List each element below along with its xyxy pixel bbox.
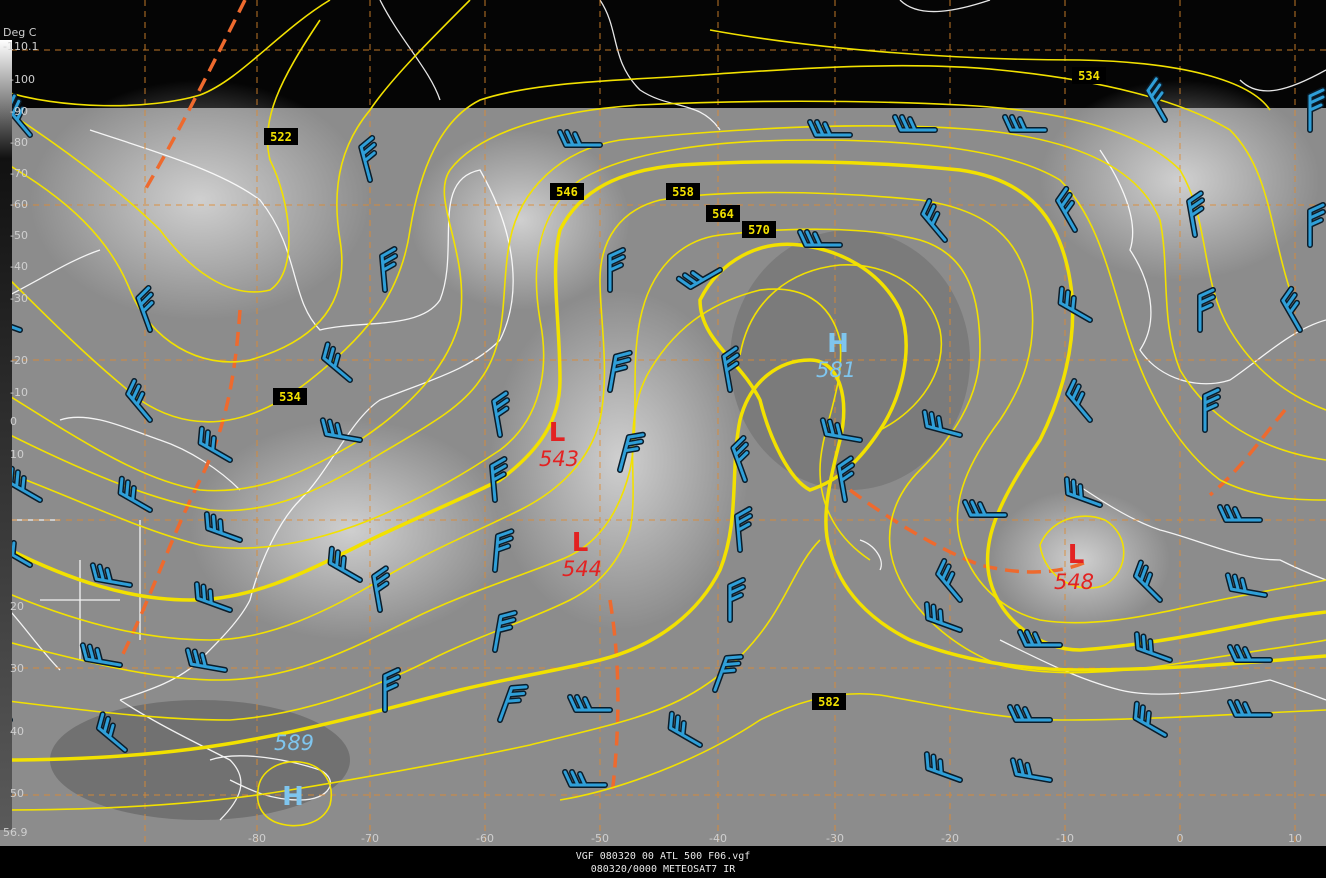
height-label: 534: [273, 388, 307, 405]
low-pressure-letter: L: [1068, 540, 1085, 570]
scale-tick: 40: [10, 725, 24, 738]
scale-tick: -10: [10, 386, 28, 399]
height-label: 582: [812, 693, 846, 710]
scale-tick: -90: [10, 105, 28, 118]
cloud-band: [190, 420, 510, 640]
svg-text:546: 546: [556, 185, 578, 199]
svg-text:558: 558: [672, 185, 694, 199]
scale-tick: -20: [10, 354, 28, 367]
scale-tick: 50: [10, 787, 24, 800]
scale-unit-label: Deg C: [3, 26, 37, 39]
svg-text:534: 534: [279, 390, 301, 404]
cloud-band: [410, 130, 630, 310]
lon-tick: -60: [476, 832, 494, 845]
high-pressure-value: 589: [274, 731, 314, 755]
svg-text:522: 522: [270, 130, 292, 144]
footer-satellite-info: 080320/0000 METEOSAT7 IR: [591, 864, 736, 875]
weather-map: 522 534 546 558 564 570 534 582 L 543 L …: [0, 0, 1326, 878]
scale-tick: 10: [10, 448, 24, 461]
lon-tick: -20: [941, 832, 959, 845]
map-canvas: 522 534 546 558 564 570 534 582 L 543 L …: [0, 0, 1326, 878]
scale-tick: -40: [10, 260, 28, 273]
scale-tick: 30: [10, 662, 24, 675]
low-pressure-letter: L: [549, 418, 566, 448]
low-pressure-value: 543: [539, 447, 579, 471]
low-pressure-value: 544: [562, 557, 602, 581]
svg-text:582: 582: [818, 695, 840, 709]
lon-tick: -10: [1056, 832, 1074, 845]
lon-tick: -50: [591, 832, 609, 845]
svg-text:564: 564: [712, 207, 734, 221]
height-label: 558: [666, 183, 700, 200]
scale-tick: 56.9: [3, 826, 28, 839]
scale-tick: -100: [10, 73, 35, 86]
scale-tick: -50: [10, 229, 28, 242]
footer-filename: VGF 080320 00 ATL 500 F06.vgf: [576, 851, 751, 862]
low-pressure-letter: L: [572, 528, 589, 558]
height-label: 564: [706, 205, 740, 222]
cloud-band: [30, 80, 370, 320]
low-pressure-value: 548: [1054, 570, 1094, 594]
height-label: 570: [742, 221, 776, 238]
scale-tick: -30: [10, 292, 28, 305]
height-label: 546: [550, 183, 584, 200]
height-label: 522: [264, 128, 298, 145]
high-pressure-letter: H: [827, 329, 849, 359]
svg-text:534: 534: [1078, 69, 1100, 83]
high-pressure-value: 581: [816, 358, 856, 382]
scale-bar: [0, 40, 12, 830]
scale-tick: -70: [10, 167, 28, 180]
lon-tick: -70: [361, 832, 379, 845]
scale-tick: -110.1: [3, 40, 38, 53]
lon-tick: -80: [248, 832, 266, 845]
lon-tick: 10: [1288, 832, 1302, 845]
lon-tick: 0: [1177, 832, 1184, 845]
lon-tick: -40: [709, 832, 727, 845]
svg-text:570: 570: [748, 223, 770, 237]
scale-tick: -80: [10, 136, 28, 149]
scale-tick: -60: [10, 198, 28, 211]
scale-tick: 20: [10, 600, 24, 613]
height-label: 534: [1072, 67, 1106, 84]
lon-tick: -30: [826, 832, 844, 845]
scale-tick: 0: [10, 415, 17, 428]
high-pressure-letter: H: [282, 782, 304, 812]
